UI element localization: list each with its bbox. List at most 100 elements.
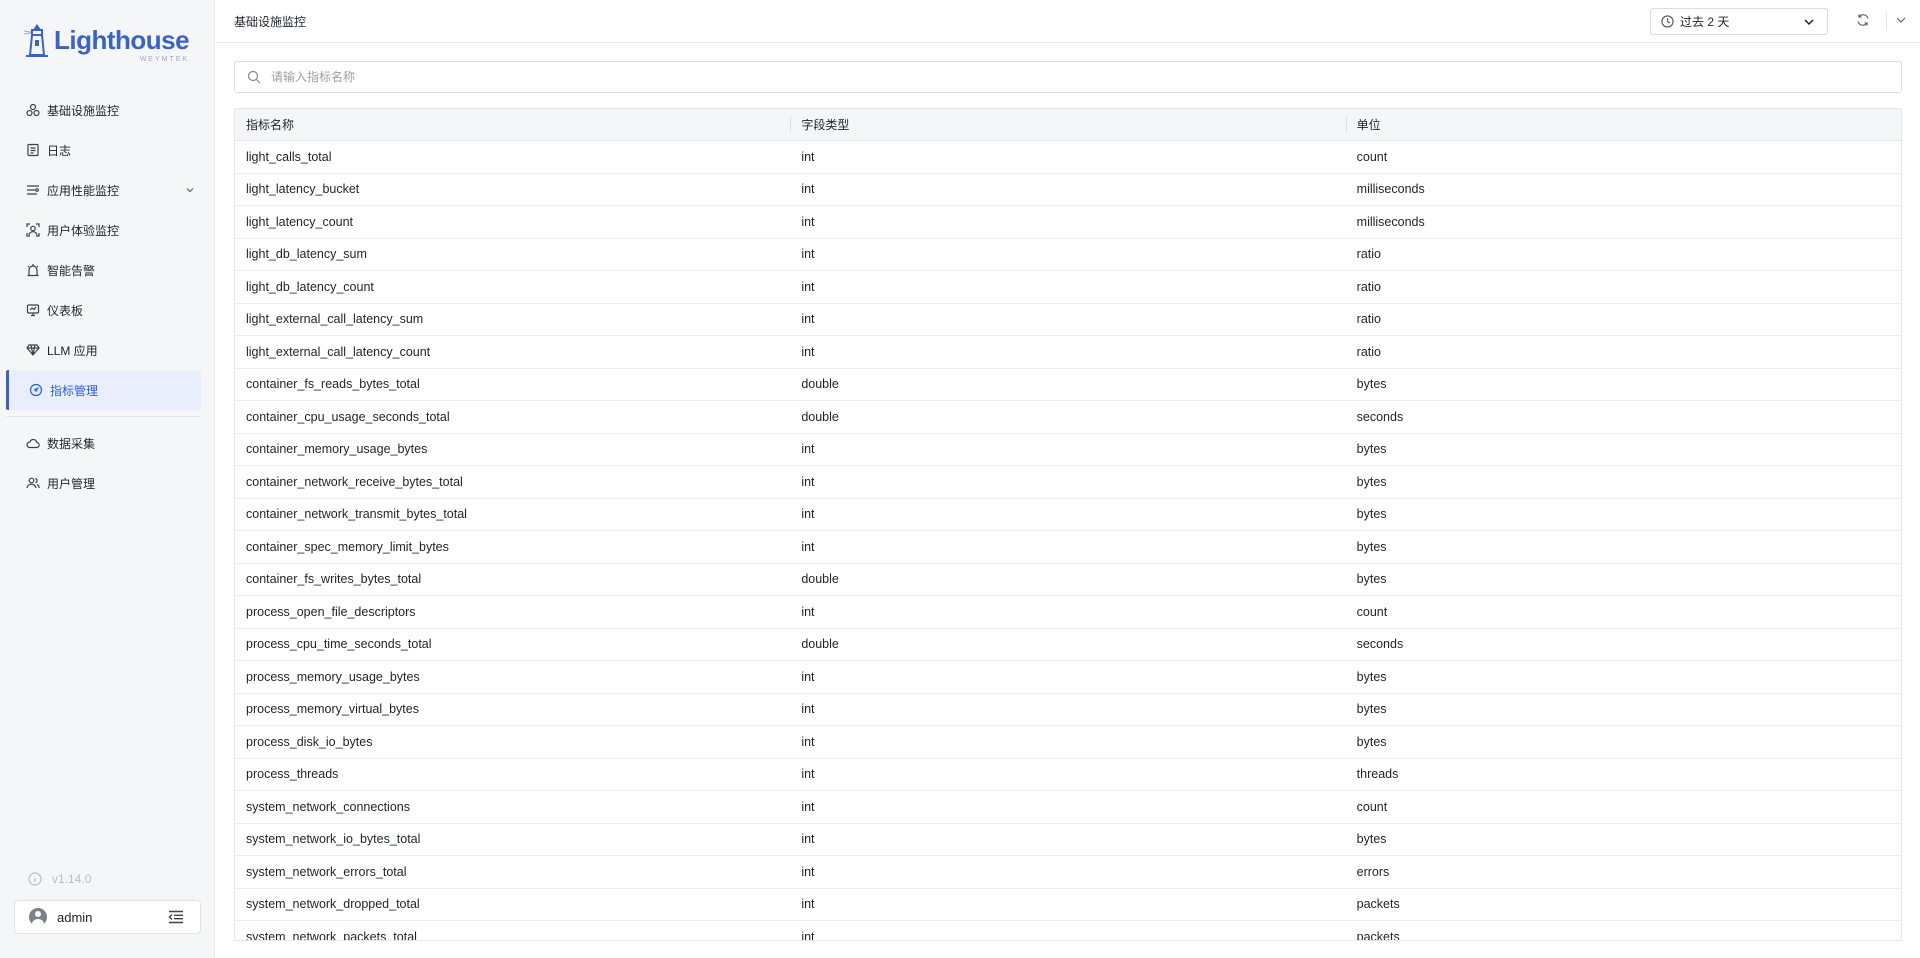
cell-field-type: int xyxy=(801,929,815,941)
info-icon xyxy=(28,872,42,886)
cell-unit: milliseconds xyxy=(1356,214,1425,229)
table-row[interactable]: container_network_receive_bytes_total int… xyxy=(235,466,1901,499)
table-header: 指标名称 字段类型 单位 xyxy=(235,109,1901,141)
cell-metric-name: system_network_io_bytes_total xyxy=(246,832,421,847)
user-experience-icon xyxy=(26,223,40,237)
sidebar-item-user-management[interactable]: 用户管理 xyxy=(0,463,215,503)
cell-unit: threads xyxy=(1356,767,1399,782)
cell-metric-name: light_latency_count xyxy=(246,214,354,229)
table-row[interactable]: process_cpu_time_seconds_total double seco… xyxy=(235,629,1901,661)
logo[interactable]: Lighthouse WEYMTEK xyxy=(24,20,190,63)
table-row[interactable]: system_network_connections int count xyxy=(235,791,1901,824)
avatar xyxy=(29,908,47,926)
cell-metric-name: container_memory_usage_bytes xyxy=(246,442,428,457)
cell-metric-name: process_memory_usage_bytes xyxy=(246,669,420,684)
time-range-select[interactable]: 过去 2 天 xyxy=(1650,8,1828,35)
chevron-down-icon xyxy=(1804,19,1814,26)
cell-unit: seconds xyxy=(1356,409,1404,424)
sidebar-item-infrastructure[interactable]: 基础设施监控 xyxy=(0,90,215,130)
search-icon xyxy=(247,70,261,84)
cell-metric-name: system_network_connections xyxy=(246,799,410,814)
sidebar-item-dashboard[interactable]: 仪表板 xyxy=(0,290,215,330)
data-collection-icon xyxy=(26,436,40,450)
cell-field-type: int xyxy=(801,442,815,457)
table-row[interactable]: system_network_dropped_total int packets xyxy=(235,889,1901,921)
sidebar-item-label: 基础设施监控 xyxy=(47,103,120,118)
cell-metric-name: container_fs_reads_bytes_total xyxy=(246,377,420,392)
table-row[interactable]: light_calls_total int count xyxy=(235,141,1901,174)
column-header-unit[interactable]: 单位 xyxy=(1345,109,1901,140)
sidebar-item-label: 智能告警 xyxy=(47,263,96,278)
cell-unit: seconds xyxy=(1356,637,1404,652)
sidebar-item-apm[interactable]: 应用性能监控 xyxy=(0,170,215,210)
sidebar-item-label: 用户体验监控 xyxy=(47,223,120,238)
sidebar-item-data-collection[interactable]: 数据采集 xyxy=(0,423,215,463)
cell-field-type: int xyxy=(801,832,815,847)
search-input[interactable] xyxy=(271,70,1871,84)
sidebar-item-alerts[interactable]: 智能告警 xyxy=(0,250,215,290)
cell-metric-name: light_latency_bucket xyxy=(246,182,360,197)
sidebar-item-label: 用户管理 xyxy=(47,476,96,491)
table-row[interactable]: container_fs_writes_bytes_total double byt… xyxy=(235,564,1901,596)
cell-unit: bytes xyxy=(1356,377,1387,392)
table-row[interactable]: system_network_errors_total int errors xyxy=(235,856,1901,889)
cell-field-type: int xyxy=(801,539,815,554)
sidebar-item-label: 指标管理 xyxy=(50,383,99,398)
table-row[interactable]: container_fs_reads_bytes_total double byte… xyxy=(235,369,1901,401)
table-row[interactable]: process_disk_io_bytes int bytes xyxy=(235,726,1901,759)
lighthouse-logo-icon xyxy=(24,24,48,57)
column-header-field-type[interactable]: 字段类型 xyxy=(790,109,1345,140)
cell-field-type: int xyxy=(801,279,815,294)
cell-unit: count xyxy=(1356,149,1388,164)
table-row[interactable]: light_db_latency_count int ratio xyxy=(235,271,1901,304)
table-row[interactable]: process_open_file_descriptors int count xyxy=(235,596,1901,629)
table-row[interactable]: light_external_call_latency_sum int ratio xyxy=(235,304,1901,336)
chevron-down-icon[interactable] xyxy=(183,183,197,197)
sidebar-item-user-experience[interactable]: 用户体验监控 xyxy=(0,210,215,250)
table-row[interactable]: container_spec_memory_limit_bytes int byte… xyxy=(235,531,1901,564)
cell-field-type: int xyxy=(801,344,815,359)
table-row[interactable]: light_external_call_latency_count int rati… xyxy=(235,336,1901,369)
table-row[interactable]: container_network_transmit_bytes_total in… xyxy=(235,499,1901,531)
cell-unit: bytes xyxy=(1356,572,1387,587)
refresh-icon[interactable] xyxy=(1856,13,1870,27)
sidebar-item-logs[interactable]: 日志 xyxy=(0,130,215,170)
llm-icon xyxy=(26,343,40,357)
cell-unit: bytes xyxy=(1356,669,1387,684)
top-header: 基础设施监控 过去 2 天 xyxy=(216,0,1920,43)
table-row[interactable]: process_memory_usage_bytes int bytes xyxy=(235,661,1901,694)
version-info: v1.14.0 xyxy=(28,872,91,886)
table-row[interactable]: light_db_latency_sum int ratio xyxy=(235,239,1901,271)
cell-field-type: int xyxy=(801,507,815,522)
table-row[interactable]: system_network_io_bytes_total int bytes xyxy=(235,824,1901,856)
cell-unit: bytes xyxy=(1356,539,1387,554)
chevron-down-icon[interactable] xyxy=(1894,13,1908,27)
table-row[interactable]: container_memory_usage_bytes int bytes xyxy=(235,434,1901,466)
metrics-table: 指标名称 字段类型 单位 light_calls_total int count l… xyxy=(234,108,1902,941)
cell-field-type: int xyxy=(801,604,815,619)
column-header-metric-name[interactable]: 指标名称 xyxy=(235,109,790,140)
collapse-sidebar-icon[interactable] xyxy=(168,910,184,924)
cell-field-type: int xyxy=(801,214,815,229)
cell-metric-name: container_spec_memory_limit_bytes xyxy=(246,539,449,554)
cell-metric-name: light_db_latency_sum xyxy=(246,247,367,262)
cell-field-type: int xyxy=(801,734,815,749)
cell-unit: bytes xyxy=(1356,474,1387,489)
table-row[interactable]: system_network_packets_total int packets xyxy=(235,921,1901,941)
cell-unit: bytes xyxy=(1356,442,1387,457)
brand-subtitle: WEYMTEK xyxy=(139,55,190,63)
cell-field-type: int xyxy=(801,897,815,912)
table-row[interactable]: process_threads int threads xyxy=(235,759,1901,791)
cell-field-type: double xyxy=(801,409,839,424)
sidebar-item-metrics-management[interactable]: 指标管理 xyxy=(6,370,201,410)
sidebar-item-label: 数据采集 xyxy=(47,436,96,451)
table-row[interactable]: container_cpu_usage_seconds_total double s… xyxy=(235,401,1901,434)
sidebar-item-llm[interactable]: LLM 应用 xyxy=(0,330,215,370)
table-row[interactable]: light_latency_bucket int milliseconds xyxy=(235,174,1901,206)
cell-metric-name: container_cpu_usage_seconds_total xyxy=(246,409,450,424)
table-row[interactable]: process_memory_virtual_bytes int bytes xyxy=(235,694,1901,726)
cell-field-type: int xyxy=(801,702,815,717)
user-menu[interactable]: admin xyxy=(14,900,201,934)
table-row[interactable]: light_latency_count int milliseconds xyxy=(235,206,1901,239)
cell-unit: milliseconds xyxy=(1356,182,1425,197)
